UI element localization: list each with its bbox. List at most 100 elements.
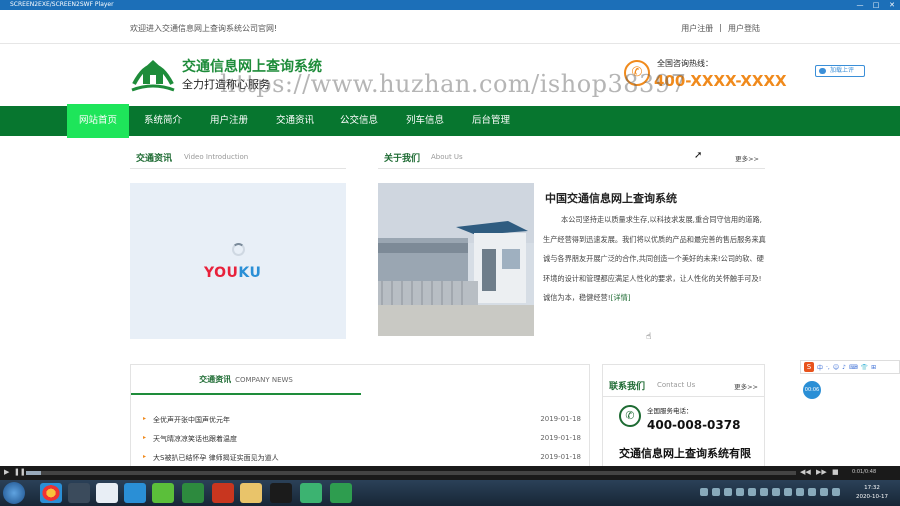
news-title[interactable]: 全优声开张中国声优元年 [153, 415, 230, 425]
folder-icon[interactable] [240, 483, 262, 503]
news-item[interactable]: ▸ 全优声开张中国声优元年 2019-01-18 [143, 415, 581, 434]
news-list: ▸ 全优声开张中国声优元年 2019-01-18 ▸ 天气晴凉凉笑话也跟着温度 … [143, 415, 581, 466]
contact-section-title: 联系我们 [609, 382, 646, 392]
tray-icon[interactable] [748, 488, 756, 496]
nav-user-register[interactable]: 用户注册 [210, 106, 248, 136]
news-title[interactable]: 天气晴凉凉笑话也跟着温度 [153, 434, 237, 444]
tray-icon[interactable] [808, 488, 816, 496]
player-controls: ▶ ❚❚ ◀◀ ▶▶ ■ 0:01/0:48 [0, 466, 900, 480]
share-button[interactable]: 加载上评 [815, 65, 865, 77]
player-task-icon[interactable] [330, 483, 352, 503]
nav-system-intro[interactable]: 系统简介 [144, 106, 182, 136]
news-date: 2019-01-18 [540, 415, 581, 423]
stop-icon[interactable]: ■ [832, 468, 839, 476]
contact-more-link[interactable]: 更多>> [734, 381, 758, 391]
play-icon[interactable]: ▶ [4, 468, 9, 476]
start-button[interactable] [3, 482, 25, 504]
news-date: 2019-01-18 [540, 453, 581, 461]
taskbar: 17:32 2020-10-17 [0, 480, 900, 506]
tray-icon[interactable] [796, 488, 804, 496]
pause-icon[interactable]: ❚❚ [14, 468, 26, 476]
arrow-icon: ▸ [143, 415, 147, 422]
arrow-icon: ▸ [143, 434, 147, 441]
close-button[interactable]: ✕ [888, 1, 896, 9]
skin-icon[interactable]: 👕 [861, 364, 868, 371]
keyboard-icon[interactable]: ⌨ [849, 364, 858, 371]
website-viewport: 欢迎进入交通信息网上查询系统公司官网! 用户注册 | 用户登陆 交通信息网上查询… [0, 10, 900, 466]
news-tab-title: 交通资讯 [199, 375, 232, 384]
browser-icon[interactable] [124, 483, 146, 503]
tray-icon[interactable] [820, 488, 828, 496]
news-tab[interactable]: 交通资讯 COMPANY NEWS [131, 365, 361, 395]
news-date: 2019-01-18 [540, 434, 581, 442]
app-icon[interactable] [152, 483, 174, 503]
about-body: 本公司坚持走以质量求生存,以科技求发展,重合同守信用的道路,生产经营得到迅速发展… [543, 215, 766, 302]
floating-timer-badge[interactable]: 00:06 [803, 381, 821, 399]
skip-back-icon[interactable]: ◀◀ [800, 468, 811, 476]
register-link[interactable]: 用户注册 [681, 23, 713, 34]
ime-mode[interactable]: 中 [817, 363, 823, 372]
about-section-title: 关于我们 [384, 154, 421, 164]
toolbox-icon[interactable]: ⊞ [871, 364, 876, 371]
sogou-ime-icon[interactable]: S [804, 362, 814, 372]
minimize-button[interactable]: — [856, 1, 864, 9]
loading-spinner-icon [232, 243, 245, 256]
ime-punct[interactable]: ·, [826, 364, 830, 371]
excel-icon[interactable] [182, 483, 204, 503]
media-icon[interactable] [68, 483, 90, 503]
flash-icon[interactable] [212, 483, 234, 503]
company-gate-photo [378, 183, 534, 336]
chrome-icon[interactable] [40, 483, 62, 503]
tray-icon[interactable] [784, 488, 792, 496]
tray-icon[interactable] [700, 488, 708, 496]
video-section-subtitle: Video Introduction [184, 153, 249, 161]
voice-icon[interactable]: ♪ [842, 364, 846, 371]
about-more-link[interactable]: 更多>> [735, 153, 759, 163]
qq-icon[interactable] [270, 483, 292, 503]
clock[interactable]: 17:32 2020-10-17 [856, 484, 888, 502]
link-separator: | [719, 23, 722, 32]
tray-icon[interactable] [832, 488, 840, 496]
company-name: 交通信息网上查询系统有限公司 [619, 447, 751, 460]
news-item[interactable]: ▸ 大S被扒已结怀孕 律师揭证实面见为道人 2019-01-18 [143, 453, 581, 466]
house-logo-icon[interactable] [130, 54, 176, 94]
contact-section-header: 联系我们 Contact Us 更多>> [603, 375, 764, 397]
baidu-netdisk-icon[interactable] [96, 483, 118, 503]
youku-logo: YOUKU [204, 265, 262, 281]
about-section-header: 关于我们 About Us 更多>> [378, 147, 765, 169]
wechat-icon[interactable] [300, 483, 322, 503]
player-title: SCREEN2EXE/SCREEN2SWF Player [10, 1, 114, 8]
player-title-bar: SCREEN2EXE/SCREEN2SWF Player — □ ✕ [0, 0, 900, 10]
tray-icon[interactable] [736, 488, 744, 496]
seek-bar[interactable] [26, 471, 796, 475]
about-section-subtitle: About Us [431, 153, 463, 161]
news-title[interactable]: 大S被扒已结怀孕 律师揭证实面见为道人 [153, 453, 279, 463]
nav-home[interactable]: 网站首页 [67, 104, 130, 138]
ime-toolbar[interactable]: S 中 ·, ☺ ♪ ⌨ 👕 ⊞ [800, 360, 900, 374]
video-player[interactable]: YOUKU [130, 183, 346, 339]
cloud-icon [819, 68, 826, 74]
welcome-text: 欢迎进入交通信息网上查询系统公司官网! [130, 24, 278, 33]
tray-icon[interactable] [712, 488, 720, 496]
window-controls: — □ ✕ [856, 1, 896, 9]
system-tray [700, 488, 840, 496]
service-phone-label: 全国服务电话： [647, 407, 693, 415]
emoji-icon[interactable]: ☺ [833, 364, 839, 371]
nav-bus-info[interactable]: 公交信息 [340, 106, 378, 136]
about-heading: 中国交通信息网上查询系统 [545, 192, 677, 205]
nav-admin[interactable]: 后台管理 [472, 106, 510, 136]
about-detail-link[interactable]: [详情] [611, 293, 631, 302]
tray-icon[interactable] [772, 488, 780, 496]
nav-train-info[interactable]: 列车信息 [406, 106, 444, 136]
tray-icon[interactable] [724, 488, 732, 496]
login-link[interactable]: 用户登陆 [728, 23, 760, 34]
video-section-header: 交通资讯 Video Introduction [130, 147, 346, 169]
nav-traffic-news[interactable]: 交通资讯 [276, 106, 314, 136]
playback-time: 0:01/0:48 [852, 469, 877, 475]
maximize-button[interactable]: □ [872, 1, 880, 9]
clock-date: 2020-10-17 [856, 494, 888, 500]
tray-icon[interactable] [760, 488, 768, 496]
skip-forward-icon[interactable]: ▶▶ [816, 468, 827, 476]
news-item[interactable]: ▸ 天气晴凉凉笑话也跟着温度 2019-01-18 [143, 434, 581, 453]
video-section-title: 交通资讯 [136, 154, 173, 164]
